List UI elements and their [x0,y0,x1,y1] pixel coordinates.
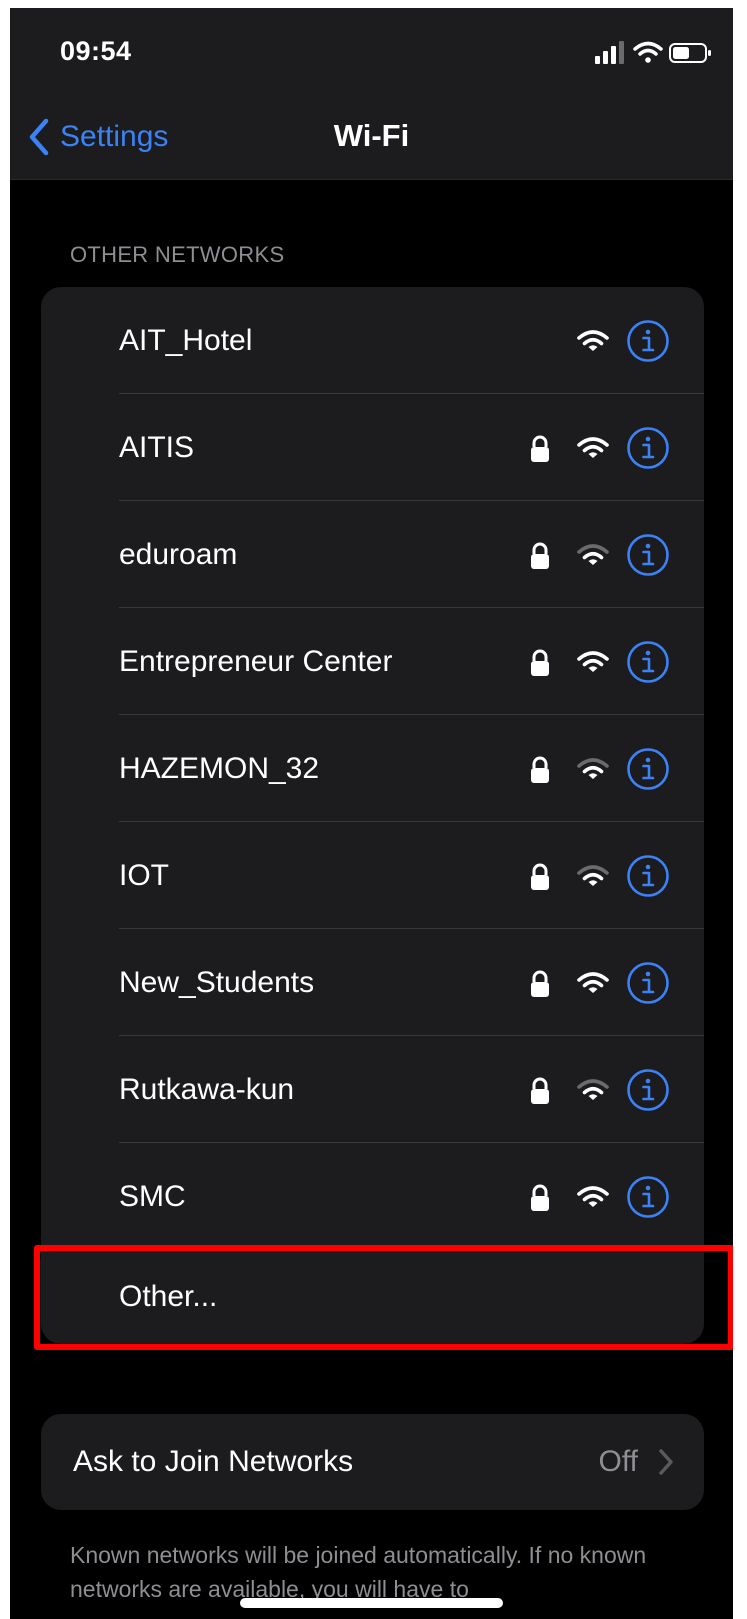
footer-note: Known networks will be joined automatica… [70,1542,647,1602]
network-row[interactable]: eduroam [41,501,704,608]
battery-icon [669,43,711,63]
back-label: Settings [60,120,169,153]
lock-icon [531,756,549,783]
wifi-icon [577,1186,609,1207]
networks-list: AIT_Hotel AITIS eduroam Entrepreneur Center… [41,287,704,1344]
wifi-icon [577,972,609,993]
network-name: Entrepreneur Center [119,645,393,678]
network-name: AIT_Hotel [119,324,253,357]
lock-icon [531,970,549,997]
network-row[interactable]: IOT [41,822,704,929]
wifi-icon [577,437,609,458]
info-icon[interactable] [626,747,670,791]
chevron-right-icon [659,1449,673,1475]
network-row[interactable]: SMC [41,1143,704,1250]
network-row[interactable]: HAZEMON_32 [41,715,704,822]
lock-icon [531,1077,549,1104]
phone-screen: 09:54 Settings Wi-Fi OTHER NETWORKS AIT_… [10,8,733,1619]
lock-icon [531,649,549,676]
wifi-icon [577,758,609,779]
network-name: New_Students [119,966,315,999]
lock-icon [531,542,549,569]
network-row[interactable]: Rutkawa-kun [41,1036,704,1143]
lock-icon [531,1184,549,1211]
ask-to-join-label: Ask to Join Networks [73,1445,354,1478]
network-name: HAZEMON_32 [119,752,320,785]
wifi-status-icon [633,41,663,63]
wifi-icon [577,330,609,351]
info-icon[interactable] [626,533,670,577]
back-button[interactable]: Settings [28,112,168,162]
network-row[interactable]: Entrepreneur Center [41,608,704,715]
lock-icon [531,863,549,890]
network-row[interactable]: New_Students [41,929,704,1036]
ask-to-join-value: Off [598,1445,638,1478]
wifi-icon [577,651,609,672]
info-icon[interactable] [626,1068,670,1112]
other-network-button[interactable]: Other... [41,1250,704,1344]
info-icon[interactable] [626,319,670,363]
section-header-other-networks: OTHER NETWORKS [70,242,285,267]
info-icon[interactable] [626,961,670,1005]
chevron-left-icon [29,118,49,156]
network-name: eduroam [119,538,238,571]
navigation-header: 09:54 Settings Wi-Fi [10,8,733,180]
status-icons [595,38,715,68]
wifi-icon [577,865,609,886]
network-name: AITIS [119,431,195,464]
ask-to-join-networks-row[interactable]: Ask to Join Networks Off [41,1414,704,1510]
info-icon[interactable] [626,854,670,898]
network-name: IOT [119,859,169,892]
status-time: 09:54 [60,36,132,66]
wifi-icon [577,1079,609,1100]
lock-icon [531,435,549,462]
info-icon[interactable] [626,640,670,684]
network-row[interactable]: AIT_Hotel [41,287,704,394]
wifi-icon [577,544,609,565]
network-name: SMC [119,1180,186,1213]
home-indicator[interactable] [240,1598,503,1608]
info-icon[interactable] [626,1175,670,1219]
network-name: Rutkawa-kun [119,1073,295,1106]
other-network-label: Other... [119,1280,218,1313]
cellular-signal-icon [595,41,624,64]
network-row[interactable]: AITIS [41,394,704,501]
info-icon[interactable] [626,426,670,470]
